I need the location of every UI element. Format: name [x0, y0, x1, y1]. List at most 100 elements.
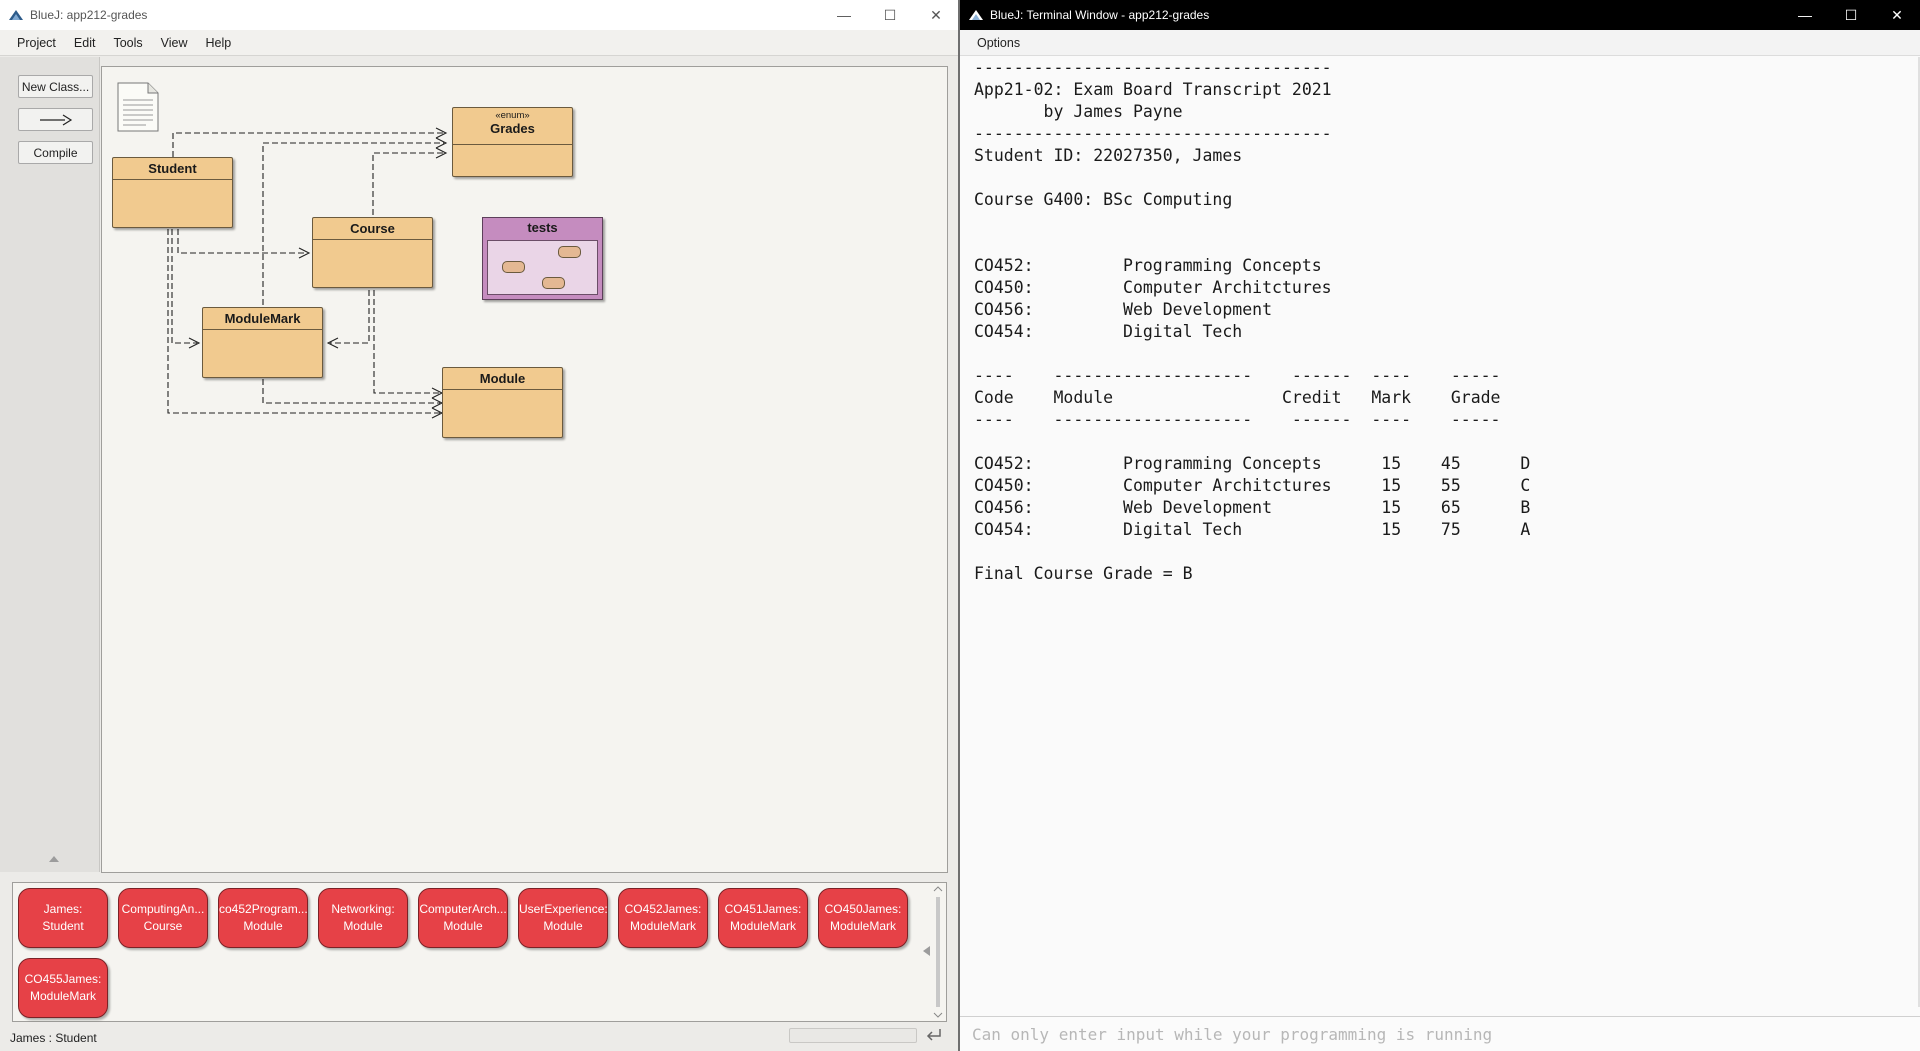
collapse-up-icon[interactable]: [48, 854, 60, 863]
terminal-line: ---- -------------------- ------ ---- --…: [974, 410, 1501, 429]
object-james-student[interactable]: James: Student: [18, 888, 108, 948]
object-computerarch-module[interactable]: ComputerArch... Module: [418, 888, 508, 948]
class-module[interactable]: Module: [442, 367, 563, 438]
readme-document-icon[interactable]: [116, 81, 160, 133]
collapse-left-icon[interactable]: [921, 945, 931, 957]
maximize-button[interactable]: ☐: [867, 0, 913, 30]
package-contents: [487, 240, 598, 295]
terminal-line: Code Module Credit Mark Grade: [974, 388, 1501, 407]
object-type: Module: [543, 919, 583, 933]
minimize-button[interactable]: —: [1782, 0, 1828, 30]
object-name: co452Program...: [219, 902, 307, 916]
object-co451james-modulemark[interactable]: CO451James: ModuleMark: [718, 888, 808, 948]
object-name: UserExperience:: [519, 902, 607, 916]
object-name: James:: [43, 902, 83, 916]
mini-class-icon: [542, 277, 565, 289]
terminal-line: Course G400: BSc Computing: [974, 190, 1233, 209]
class-modulemark[interactable]: ModuleMark: [202, 307, 323, 378]
terminal-line: Final Course Grade = B: [974, 564, 1193, 583]
status-text: James : Student: [10, 1031, 97, 1045]
package-name: tests: [527, 220, 558, 235]
terminal-input[interactable]: [972, 1021, 1902, 1047]
object-type: ModuleMark: [629, 919, 697, 933]
object-networking-module[interactable]: Networking: Module: [318, 888, 408, 948]
class-name: Student: [113, 158, 232, 180]
mini-class-icon: [502, 261, 525, 273]
menu-edit[interactable]: Edit: [65, 32, 105, 54]
menu-view[interactable]: View: [152, 32, 197, 54]
bluej-main-window: BlueJ: app212-grades — ☐ ✕ Project Edit …: [0, 0, 960, 1051]
object-name: CO452James:: [624, 902, 702, 916]
terminal-line: ------------------------------------: [974, 124, 1332, 143]
class-name: ModuleMark: [203, 308, 322, 330]
object-type: ModuleMark: [829, 919, 897, 933]
object-type: Student: [42, 919, 84, 933]
object-type: Module: [443, 919, 483, 933]
menu-options[interactable]: Options: [968, 32, 1029, 54]
menu-project[interactable]: Project: [8, 32, 65, 54]
object-type: ModuleMark: [729, 919, 797, 933]
class-student[interactable]: Student: [112, 157, 233, 228]
terminal-line: CO452: Programming Concepts: [974, 256, 1322, 275]
object-name: ComputingAn...: [121, 902, 205, 916]
maximize-button[interactable]: ☐: [1828, 0, 1874, 30]
object-type: Course: [143, 919, 183, 933]
object-name: ComputerArch...: [419, 902, 507, 916]
object-co452-module[interactable]: co452Program... Module: [218, 888, 308, 948]
class-name: Module: [443, 368, 562, 390]
terminal-line: CO450: Computer Architctures: [974, 278, 1332, 297]
compile-button[interactable]: Compile: [18, 141, 93, 164]
terminal-line: ------------------------------------: [974, 58, 1332, 77]
new-arrow-button[interactable]: [18, 108, 93, 131]
object-co455james-modulemark[interactable]: CO455James: ModuleMark: [18, 958, 108, 1018]
minimize-button[interactable]: —: [821, 0, 867, 30]
bench-scrollbar[interactable]: [932, 885, 944, 1019]
package-tests[interactable]: tests: [482, 217, 603, 300]
terminal-title: BlueJ: Terminal Window - app212-grades: [990, 8, 1210, 22]
object-name: CO451James:: [724, 902, 802, 916]
reset-vm-icon[interactable]: [925, 1027, 943, 1043]
terminal-line: CO456: Web Development 15 65 B: [974, 498, 1531, 517]
menu-tools[interactable]: Tools: [104, 32, 151, 54]
terminal-line: CO452: Programming Concepts 15 45 D: [974, 454, 1531, 473]
class-stereotype: «enum»: [495, 110, 530, 121]
mini-class-icon: [558, 246, 581, 258]
menubar: Project Edit Tools View Help: [0, 30, 959, 56]
window-title: BlueJ: app212-grades: [30, 8, 148, 22]
bluej-bird-icon: [969, 10, 983, 20]
bluej-titlebar: BlueJ: app212-grades — ☐ ✕: [0, 0, 959, 30]
terminal-input-area: [960, 1016, 1920, 1051]
object-name: CO455James:: [24, 972, 102, 986]
object-bench[interactable]: James: Student ComputingAn... Course co452…: [12, 882, 947, 1022]
terminal-menubar: Options: [960, 30, 1920, 56]
class-name: Grades: [490, 121, 535, 136]
object-co452james-modulemark[interactable]: CO452James: ModuleMark: [618, 888, 708, 948]
close-button[interactable]: ✕: [913, 0, 959, 30]
new-class-button[interactable]: New Class...: [18, 75, 93, 98]
terminal-line: App21-02: Exam Board Transcript 2021: [974, 80, 1332, 99]
terminal-line: CO450: Computer Architctures 15 55 C: [974, 476, 1531, 495]
terminal-output[interactable]: ------------------------------------ App2…: [974, 57, 1874, 1007]
class-course[interactable]: Course: [312, 217, 433, 288]
terminal-line: ---- -------------------- ------ ---- --…: [974, 366, 1501, 385]
class-grades[interactable]: «enum» Grades: [452, 107, 573, 177]
terminal-line: CO454: Digital Tech: [974, 322, 1243, 341]
status-progress-bar: [789, 1028, 917, 1043]
close-button[interactable]: ✕: [1874, 0, 1920, 30]
terminal-window: BlueJ: Terminal Window - app212-grades —…: [960, 0, 1920, 1051]
terminal-line: CO456: Web Development: [974, 300, 1273, 319]
menu-help[interactable]: Help: [197, 32, 241, 54]
terminal-titlebar: BlueJ: Terminal Window - app212-grades —…: [960, 0, 1920, 30]
object-co450james-modulemark[interactable]: CO450James: ModuleMark: [818, 888, 908, 948]
terminal-line: Student ID: 22027350, James: [974, 146, 1243, 165]
class-name: Course: [313, 218, 432, 240]
object-computing-course[interactable]: ComputingAn... Course: [118, 888, 208, 948]
object-userexperience-module[interactable]: UserExperience: Module: [518, 888, 608, 948]
object-type: ModuleMark: [29, 989, 97, 1003]
terminal-line: by James Payne: [974, 102, 1183, 121]
object-name: CO450James:: [824, 902, 902, 916]
